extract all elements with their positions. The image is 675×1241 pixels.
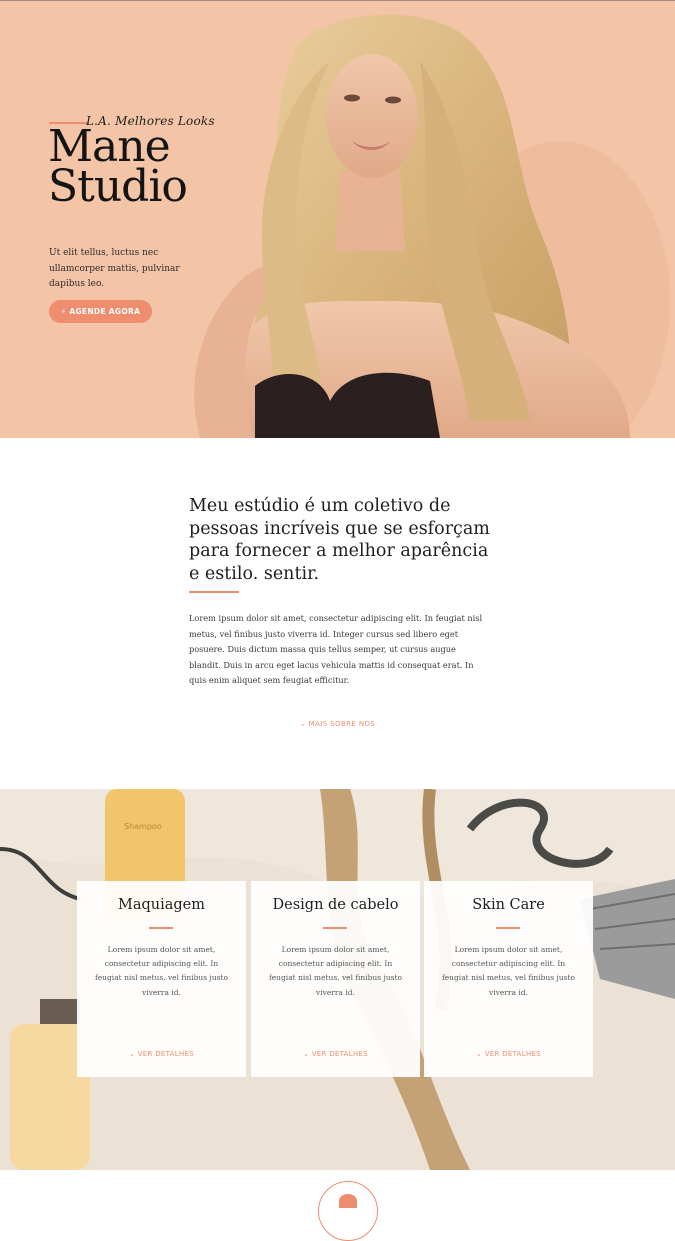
service-card-makeup: Maquiagem Lorem ipsum dolor sit amet, co… bbox=[77, 881, 246, 1077]
book-now-button[interactable]: ⚡ AGENDE AGORA bbox=[49, 300, 152, 323]
chevron-down-icon: ⌄ bbox=[476, 1050, 483, 1058]
hero-section: L.A. Melhores Looks Mane Studio Ut elit … bbox=[0, 1, 675, 438]
more-about-label: MAIS SOBRE NOS bbox=[308, 720, 376, 728]
book-now-label: AGENDE AGORA bbox=[69, 307, 141, 316]
card-accent-line bbox=[149, 927, 173, 929]
hero-title-line-2: Studio bbox=[48, 161, 188, 212]
services-section: Shampoo Maquiagem Lorem ipsum dolor sit … bbox=[0, 789, 675, 1170]
chevron-down-icon: ⌄ bbox=[129, 1050, 136, 1058]
view-details-link[interactable]: ⌄ VER DETALHES bbox=[251, 1050, 420, 1058]
hero-model-image bbox=[194, 14, 670, 438]
service-card-text: Lorem ipsum dolor sit amet, consectetur … bbox=[441, 945, 576, 997]
chevron-down-icon: ⌄ bbox=[303, 1050, 310, 1058]
section-badge-icon bbox=[318, 1181, 378, 1241]
card-accent-line bbox=[496, 927, 520, 929]
service-card-text: Lorem ipsum dolor sit amet, consectetur … bbox=[94, 945, 229, 997]
view-details-label: VER DETALHES bbox=[137, 1050, 194, 1058]
service-card-text: Lorem ipsum dolor sit amet, consectetur … bbox=[268, 945, 403, 997]
service-card-title: Skin Care bbox=[472, 897, 545, 913]
hero-description: Ut elit tellus, luctus nec ullamcorper m… bbox=[49, 248, 180, 289]
bolt-icon: ⚡ bbox=[60, 307, 67, 316]
about-body-text: Lorem ipsum dolor sit amet, consectetur … bbox=[189, 613, 483, 685]
badge-glyph bbox=[339, 1194, 357, 1208]
service-card-hair-design: Design de cabelo Lorem ipsum dolor sit a… bbox=[251, 881, 420, 1077]
service-card-skin-care: Skin Care Lorem ipsum dolor sit amet, co… bbox=[424, 881, 593, 1077]
view-details-label: VER DETALHES bbox=[311, 1050, 368, 1058]
chevron-down-icon: ⌄ bbox=[299, 720, 306, 728]
service-card-title: Design de cabelo bbox=[272, 897, 399, 913]
about-heading: Meu estúdio é um coletivo de pessoas inc… bbox=[189, 496, 490, 584]
service-card-title: Maquiagem bbox=[117, 897, 205, 913]
more-about-link[interactable]: ⌄ MAIS SOBRE NOS bbox=[0, 720, 675, 728]
view-details-label: VER DETALHES bbox=[484, 1050, 541, 1058]
hero-title: Mane Studio bbox=[48, 125, 188, 212]
view-details-link[interactable]: ⌄ VER DETALHES bbox=[424, 1050, 593, 1058]
view-details-link[interactable]: ⌄ VER DETALHES bbox=[77, 1050, 246, 1058]
about-accent-line bbox=[189, 591, 239, 593]
card-accent-line bbox=[323, 927, 347, 929]
shampoo-label: Shampoo bbox=[124, 822, 162, 831]
